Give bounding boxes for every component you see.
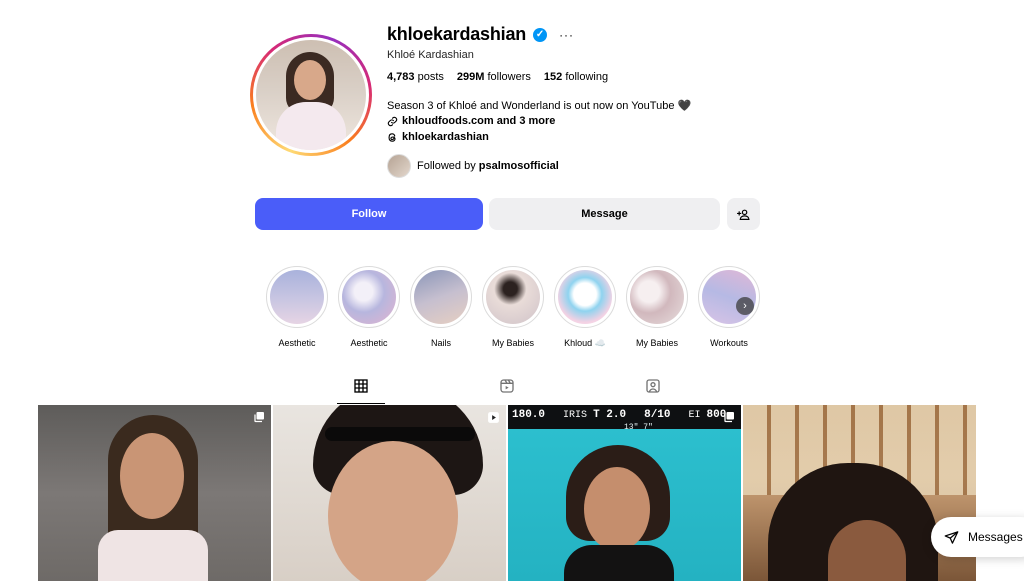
- post-photo-shape: [564, 545, 674, 581]
- highlight-cover: [558, 270, 612, 324]
- link-icon: [387, 116, 398, 126]
- highlight-label: Workouts: [710, 338, 748, 348]
- post-photo-shape: [120, 433, 184, 519]
- message-button[interactable]: Message: [489, 198, 720, 230]
- highlight-cover: [486, 270, 540, 324]
- threads-icon: [388, 132, 396, 142]
- posts-label: posts: [417, 71, 444, 83]
- profile-avatar-frame: [253, 37, 369, 153]
- avatar-face-shape: [294, 60, 326, 100]
- stat-following[interactable]: 152 following: [544, 71, 608, 83]
- post-photo-shape: [325, 427, 475, 441]
- options-icon[interactable]: ···: [559, 29, 574, 41]
- tab-tagged[interactable]: [629, 378, 677, 404]
- readout-iris: T 2.0: [593, 409, 627, 421]
- highlight-label: Aesthetic: [278, 338, 316, 348]
- followed-by-avatar: [387, 154, 411, 178]
- tagged-icon: [646, 379, 660, 393]
- highlight-ring: [266, 266, 328, 328]
- followed-by-prefix: Followed by: [417, 160, 476, 172]
- following-count: 152: [543, 71, 563, 83]
- username-row: khloekardashian ✓ ···: [387, 24, 574, 45]
- highlight-item[interactable]: Nails: [409, 266, 473, 349]
- post-thumbnail[interactable]: 180.0 IRIS T 2.0 8/10 EI 800 13" 7": [508, 405, 741, 581]
- post-thumbnail[interactable]: [38, 405, 271, 581]
- send-icon: [944, 530, 959, 544]
- reels-icon: [500, 379, 514, 393]
- highlight-cover: [342, 270, 396, 324]
- followed-by[interactable]: Followed by psalmosofficial: [387, 154, 559, 178]
- highlight-ring: [698, 266, 760, 328]
- messages-label: Messages: [968, 530, 1023, 544]
- profile-username: khloekardashian: [387, 24, 527, 44]
- profile-bio: Season 3 of Khloé and Wonderland is out …: [387, 100, 692, 112]
- follow-button[interactable]: Follow: [255, 198, 483, 230]
- followers-label: followers: [487, 71, 531, 83]
- stat-followers[interactable]: 299M followers: [457, 71, 531, 83]
- posts-count: 4,783: [387, 71, 415, 83]
- carousel-icon: [254, 412, 264, 423]
- followed-by-text: Followed by psalmosofficial: [417, 160, 559, 172]
- profile-stats: 4,783 posts 299M followers 152 following: [387, 71, 621, 83]
- stat-posts: 4,783 posts: [387, 71, 444, 83]
- highlight-label: Aesthetic: [350, 338, 388, 348]
- readout-shutter: 180.0: [512, 409, 546, 421]
- readout-ei-label: EI: [688, 410, 701, 421]
- reel-icon: [488, 412, 499, 423]
- posts-grid: 180.0 IRIS T 2.0 8/10 EI 800 13" 7": [38, 405, 976, 581]
- story-highlights: Aesthetic Aesthetic Nails My Babies Khlo…: [265, 266, 769, 349]
- highlight-label: Khloud ☁️: [564, 338, 606, 348]
- highlight-item[interactable]: Aesthetic: [265, 266, 329, 349]
- threads-link[interactable]: khloekardashian: [387, 131, 489, 143]
- highlight-ring: [338, 266, 400, 328]
- profile-avatar-ring[interactable]: [250, 34, 372, 156]
- threads-handle: khloekardashian: [402, 131, 489, 143]
- highlight-label: My Babies: [491, 338, 535, 348]
- post-photo-shape: [584, 467, 650, 551]
- highlight-ring: [482, 266, 544, 328]
- highlight-ring: [410, 266, 472, 328]
- followers-count: 299M: [456, 71, 485, 83]
- chevron-right-icon[interactable]: ›: [736, 297, 754, 315]
- highlight-item[interactable]: My Babies: [481, 266, 545, 349]
- carousel-icon: [724, 412, 734, 423]
- profile-full-name: Khloé Kardashian: [387, 49, 474, 61]
- profile-link-text: khloudfoods.com and 3 more: [402, 115, 556, 127]
- readout-iris-label: IRIS: [563, 410, 588, 421]
- tab-posts[interactable]: [337, 378, 385, 404]
- messages-button[interactable]: Messages: [931, 517, 1024, 557]
- highlight-ring: [554, 266, 616, 328]
- profile-link[interactable]: khloudfoods.com and 3 more: [387, 115, 555, 127]
- highlight-item[interactable]: My Babies: [625, 266, 689, 349]
- highlight-cover: [630, 270, 684, 324]
- verified-badge-icon: ✓: [533, 27, 548, 42]
- suggested-users-button[interactable]: [727, 198, 760, 230]
- highlight-cover: [414, 270, 468, 324]
- add-user-icon: [737, 209, 750, 220]
- highlight-item[interactable]: Khloud ☁️: [553, 266, 617, 349]
- highlight-ring: [626, 266, 688, 328]
- tab-reels[interactable]: [483, 378, 531, 404]
- highlight-cover: [270, 270, 324, 324]
- profile-tabs: [255, 378, 760, 404]
- highlight-label: My Babies: [635, 338, 679, 348]
- highlight-item[interactable]: Aesthetic: [337, 266, 401, 349]
- avatar-body-shape: [276, 102, 346, 150]
- readout-nd: 8/10: [644, 409, 671, 421]
- profile-avatar: [256, 40, 366, 150]
- post-photo-shape: [328, 441, 458, 581]
- post-thumbnail[interactable]: [273, 405, 506, 581]
- followed-by-user: psalmosofficial: [478, 160, 559, 172]
- following-label: following: [565, 71, 609, 83]
- frame-mark: 13" 7": [624, 423, 653, 432]
- grid-icon: [354, 379, 368, 393]
- highlight-label: Nails: [430, 338, 451, 348]
- post-photo-shape: [98, 530, 208, 581]
- camera-readout: 180.0 IRIS T 2.0 8/10 EI 800: [512, 409, 726, 421]
